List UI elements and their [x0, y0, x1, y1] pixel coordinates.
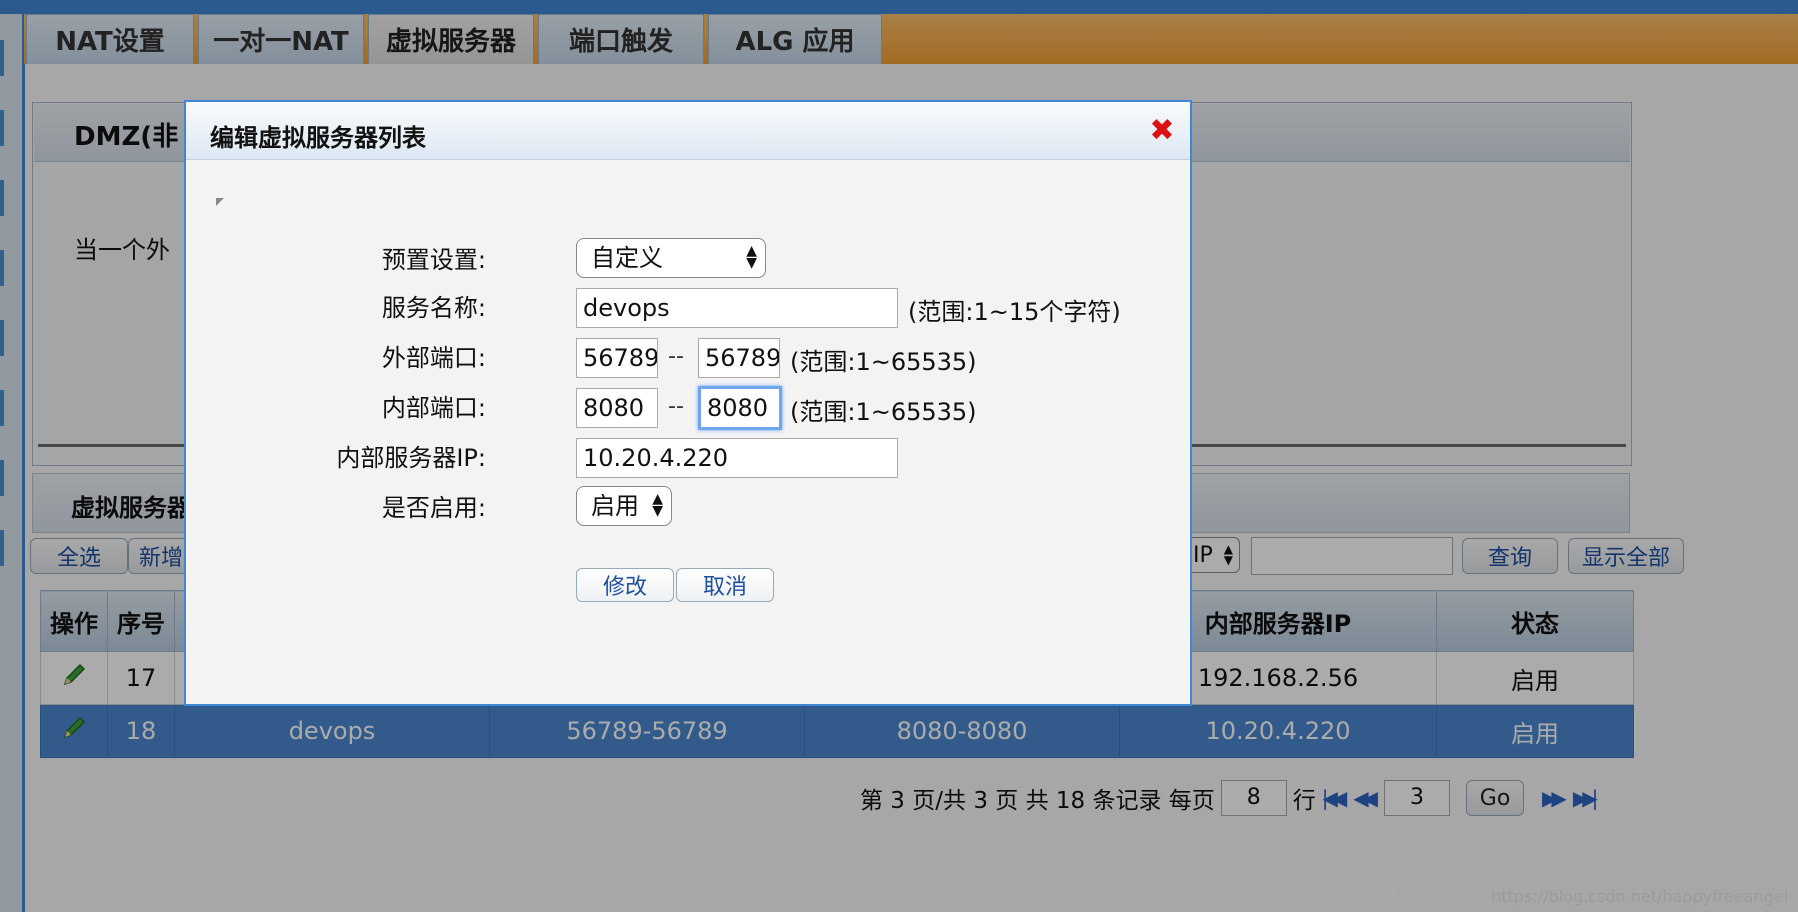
internal-port-hint: (范围:1~65535) — [790, 398, 977, 426]
internal-port-label: 内部端口: — [381, 394, 486, 422]
dialog-title: 编辑虚拟服务器列表 — [186, 102, 1190, 160]
range-dash: -- — [668, 394, 684, 419]
internal-port-from-input[interactable]: 8080 — [576, 388, 658, 428]
server-ip-input[interactable]: 10.20.4.220 — [576, 438, 898, 478]
enable-label: 是否启用: — [381, 494, 486, 522]
external-port-hint: (范围:1~65535) — [790, 348, 977, 376]
external-port-from-input[interactable]: 56789 — [576, 338, 658, 378]
service-name-label: 服务名称: — [381, 294, 486, 322]
modify-button[interactable]: 修改 — [576, 568, 674, 602]
service-name-hint: (范围:1~15个字符) — [908, 298, 1121, 326]
close-icon[interactable]: ✖ — [1148, 116, 1176, 146]
preset-select[interactable]: 自定义 ▲ ▼ — [576, 238, 766, 278]
select-arrows-icon: ▲ ▼ — [652, 491, 663, 519]
cancel-button[interactable]: 取消 — [676, 568, 774, 602]
corner-marker-icon — [216, 198, 224, 206]
edit-virtual-server-dialog: 编辑虚拟服务器列表 ✖ 预置设置: 自定义 ▲ ▼ 服务名称: devops (范… — [184, 100, 1192, 706]
external-port-to-input[interactable]: 56789 — [698, 338, 780, 378]
enable-value: 启用 — [591, 492, 639, 520]
preset-value: 自定义 — [591, 244, 663, 272]
service-name-input[interactable]: devops — [576, 288, 898, 328]
internal-port-to-input[interactable]: 8080 — [698, 386, 782, 430]
enable-select[interactable]: 启用 ▲ ▼ — [576, 486, 672, 526]
range-dash: -- — [668, 344, 684, 369]
select-arrows-icon: ▲ ▼ — [746, 243, 757, 271]
external-port-label: 外部端口: — [381, 344, 486, 372]
preset-label: 预置设置: — [381, 246, 486, 274]
server-ip-label: 内部服务器IP: — [336, 444, 486, 472]
